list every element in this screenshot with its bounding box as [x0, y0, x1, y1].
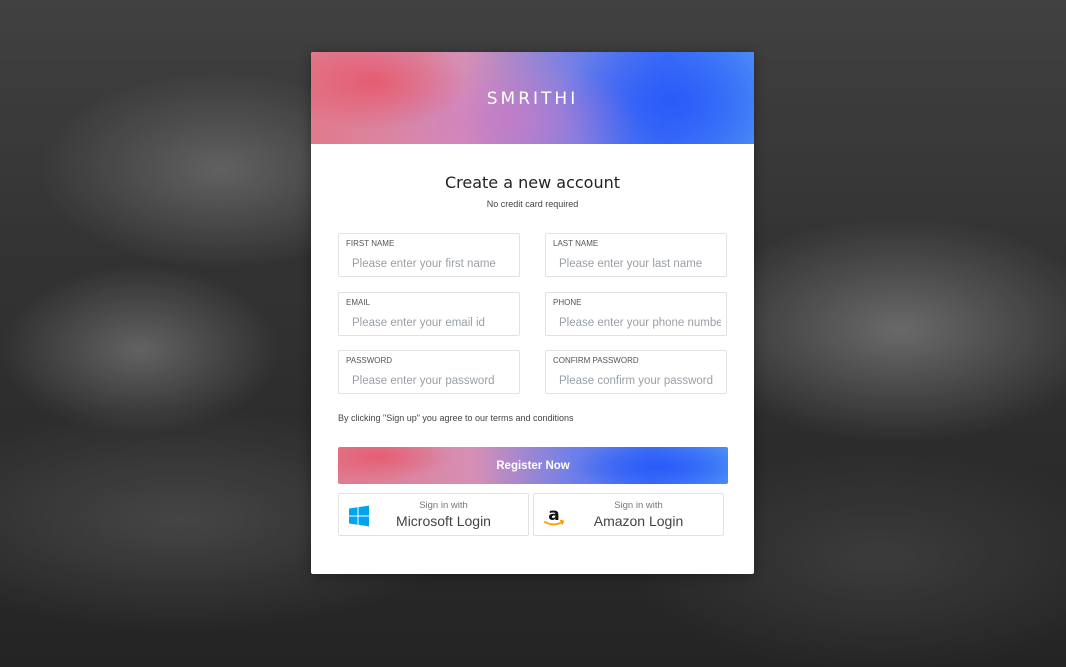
signup-card: SMRITHI Create a new account No credit c…	[311, 52, 754, 574]
amazon-login-button[interactable]: a Sign in with Amazon Login	[533, 493, 724, 536]
last-name-field: LAST NAME	[545, 233, 727, 277]
amazon-signin-prefix: Sign in with	[614, 500, 663, 511]
confirm-password-field: CONFIRM PASSWORD	[545, 350, 727, 394]
page-title: Create a new account	[444, 173, 621, 192]
first-name-label: FIRST NAME	[346, 239, 395, 248]
confirm-password-label: CONFIRM PASSWORD	[553, 356, 639, 365]
amazon-login-label: Amazon Login	[593, 513, 684, 529]
phone-input[interactable]	[559, 314, 721, 332]
brand-banner: SMRITHI	[311, 52, 754, 144]
last-name-label: LAST NAME	[553, 239, 599, 248]
email-input[interactable]	[352, 314, 514, 332]
confirm-password-input[interactable]	[559, 372, 721, 390]
first-name-input[interactable]	[352, 255, 514, 273]
brand-name: SMRITHI	[486, 89, 579, 109]
last-name-input[interactable]	[559, 255, 721, 273]
microsoft-login-button[interactable]: Sign in with Microsoft Login	[338, 493, 529, 536]
password-field: PASSWORD	[338, 350, 520, 394]
password-input[interactable]	[352, 372, 514, 390]
email-label: EMAIL	[346, 298, 371, 307]
password-label: PASSWORD	[346, 356, 393, 365]
microsoft-signin-prefix: Sign in with	[419, 500, 468, 511]
phone-label: PHONE	[553, 298, 582, 307]
register-button[interactable]: Register Now	[338, 447, 728, 484]
phone-field: PHONE	[545, 292, 727, 336]
page-subtitle: No credit card required	[486, 199, 579, 209]
first-name-field: FIRST NAME	[338, 233, 520, 277]
email-field: EMAIL	[338, 292, 520, 336]
terms-text: By clicking "Sign up" you agree to our t…	[338, 413, 574, 423]
microsoft-login-label: Microsoft Login	[396, 513, 491, 529]
